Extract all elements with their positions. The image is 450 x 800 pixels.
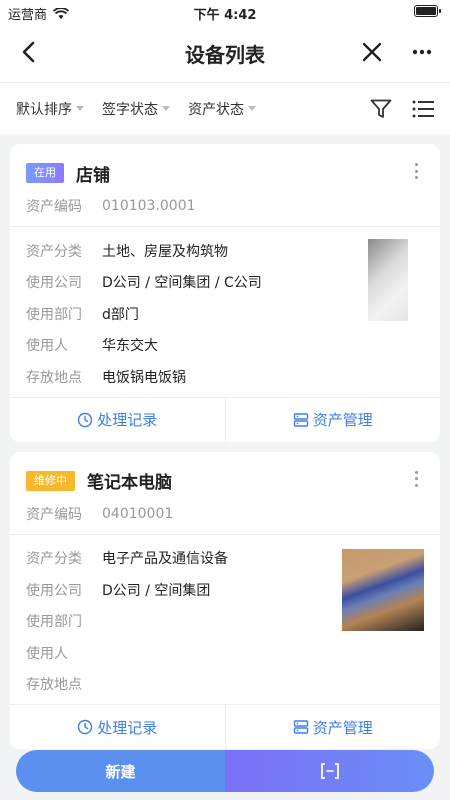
asset-management-label: 资产管理: [312, 411, 373, 429]
company-value: D公司 / 空间集团: [102, 582, 211, 599]
card-body: 资产分类 电子产品及通信设备 使用公司 D公司 / 空间集团 使用部门 使用人 存放…: [10, 535, 440, 705]
list-view-icon[interactable]: [412, 100, 434, 118]
chevron-left-icon: [22, 41, 35, 63]
more-horizontal-icon: [412, 49, 432, 55]
new-button[interactable]: 新建: [16, 750, 225, 792]
category-value: 土地、房屋及构筑物: [102, 243, 228, 260]
category-value: 电子产品及通信设备: [102, 551, 228, 568]
scan-icon: [320, 763, 339, 779]
category-label: 资产分类: [26, 551, 82, 568]
location-label: 存放地点: [26, 677, 82, 694]
user-value: 华东交大: [102, 338, 158, 355]
nav-bar: 设备列表: [0, 24, 450, 82]
caret-down-icon: [162, 106, 170, 111]
code-label: 资产编码: [26, 506, 82, 523]
status-bar: 运营商 下午 4:42: [0, 0, 450, 24]
asset-management-button[interactable]: 资产管理: [224, 705, 441, 749]
asset-management-button[interactable]: 资产管理: [224, 397, 441, 442]
code-value: 010103.0001: [102, 198, 196, 214]
sort-filter[interactable]: 默认排序: [16, 99, 84, 119]
sign-status-filter-label: 签字状态: [102, 101, 158, 118]
card-header: 在用 店铺 资产编码 010103.0001: [10, 144, 440, 227]
department-label: 使用部门: [26, 306, 82, 323]
filter-icon[interactable]: [370, 99, 392, 119]
company-value: D公司 / 空间集团 / C公司: [102, 275, 262, 292]
status-badge: 维修中: [26, 470, 75, 491]
asset-card[interactable]: 在用 店铺 资产编码 010103.0001 资产分类 土地、房屋及构筑物 使用公…: [10, 144, 440, 442]
records-button[interactable]: 处理记录: [10, 705, 225, 749]
asset-name: 店铺: [76, 165, 110, 186]
records-label: 处理记录: [97, 718, 158, 737]
asset-management-label: 资产管理: [312, 718, 373, 737]
asset-photo[interactable]: [368, 239, 408, 321]
user-label: 使用人: [26, 338, 68, 355]
close-icon: [362, 42, 382, 62]
location-label: 存放地点: [26, 369, 82, 386]
department-value: d部门: [102, 306, 139, 323]
user-label: 使用人: [26, 645, 68, 662]
card-actions: 处理记录 资产管理: [10, 705, 440, 749]
close-button[interactable]: [358, 38, 386, 66]
server-icon: [293, 720, 308, 734]
card-header: 维修中 笔记本电脑 资产编码 04010001: [10, 452, 440, 535]
asset-status-filter-label: 资产状态: [188, 101, 244, 118]
category-label: 资产分类: [26, 243, 82, 260]
more-button[interactable]: [408, 38, 436, 66]
asset-list: 在用 店铺 资产编码 010103.0001 资产分类 土地、房屋及构筑物 使用公…: [10, 144, 440, 759]
code-label: 资产编码: [26, 199, 82, 215]
caret-down-icon: [248, 106, 256, 111]
asset-photo[interactable]: [342, 548, 424, 631]
status-badge: 在用: [26, 163, 64, 183]
company-label: 使用公司: [26, 582, 82, 599]
asset-name: 笔记本电脑: [87, 473, 172, 493]
battery-icon: [414, 5, 441, 17]
sort-filter-label: 默认排序: [16, 101, 72, 118]
card-actions: 处理记录 资产管理: [10, 397, 441, 442]
location-value: 电饭锅电饭锅: [102, 369, 186, 386]
back-button[interactable]: [14, 38, 42, 66]
company-label: 使用公司: [26, 275, 82, 292]
caret-down-icon: [76, 106, 84, 111]
more-vertical-icon[interactable]: [408, 468, 424, 490]
history-icon: [78, 412, 93, 427]
history-icon: [78, 719, 93, 735]
asset-status-filter[interactable]: 资产状态: [188, 99, 256, 119]
sign-status-filter[interactable]: 签字状态: [102, 99, 170, 119]
more-vertical-icon[interactable]: [408, 160, 424, 182]
bottom-action-bar: 新建: [16, 750, 434, 792]
records-button[interactable]: 处理记录: [10, 398, 225, 442]
records-label: 处理记录: [97, 411, 158, 429]
server-icon: [293, 412, 308, 427]
asset-card[interactable]: 维修中 笔记本电脑 资产编码 04010001 资产分类 电子产品及通信设备 使用…: [10, 451, 440, 749]
card-body: 资产分类 土地、房屋及构筑物 使用公司 D公司 / 空间集团 / C公司 使用部门 d…: [10, 227, 440, 398]
department-label: 使用部门: [26, 614, 82, 631]
scan-button[interactable]: [225, 750, 434, 792]
filter-bar: 默认排序 签字状态 资产状态: [0, 82, 450, 134]
clock: 下午 4:42: [193, 8, 257, 23]
code-value: 04010001: [102, 505, 174, 522]
